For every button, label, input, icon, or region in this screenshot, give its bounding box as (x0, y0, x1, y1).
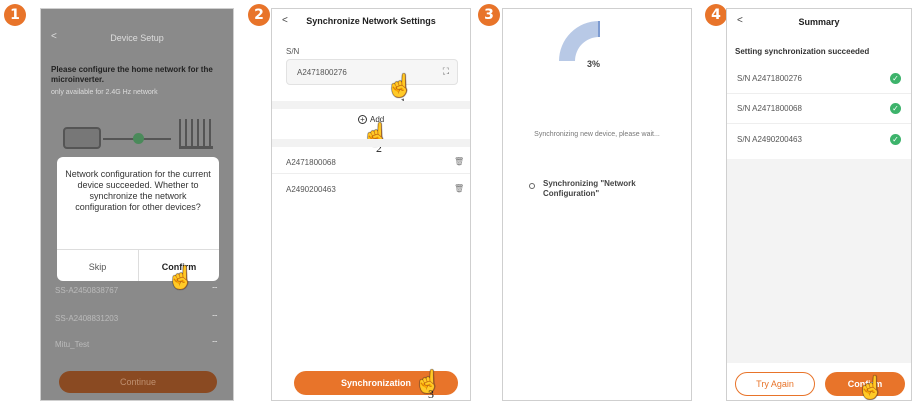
page-title: Synchronize Network Settings (306, 16, 436, 26)
sn-value: A2471800276 (297, 68, 347, 77)
wifi-icon: ⌔ (211, 339, 219, 348)
network-item[interactable]: Mitu_Test (55, 340, 89, 349)
connected-dot-icon (133, 133, 144, 144)
progress-percent: 3% (587, 59, 601, 69)
progress-ring (559, 21, 600, 61)
wifi-icon: ⌔ (211, 313, 219, 322)
tap-hand-icon: ☝ (857, 375, 885, 400)
screen-sync-settings: < Synchronize Network Settings S/N A2471… (271, 8, 471, 401)
tap-hand-icon: ☝ (386, 73, 414, 98)
device-sn: S/N A2471800276 (737, 74, 802, 83)
tap-hand-icon: ☝ (167, 265, 195, 290)
inverter-icon (179, 119, 213, 149)
divider (272, 173, 470, 174)
check-icon: ✓ (890, 103, 901, 114)
step-badge-4: 4 (705, 4, 727, 26)
device-sn: S/N A2471800068 (737, 104, 802, 113)
instruction-text: Please configure the home network for th… (51, 65, 213, 84)
skip-button[interactable]: Skip (57, 262, 138, 272)
device-item: A2471800068 (286, 158, 336, 167)
divider (272, 101, 470, 109)
result-text: Setting synchronization succeeded (735, 47, 870, 56)
progress-arc (559, 21, 599, 61)
sync-task: Synchronizing "Network Configuration" (543, 179, 636, 198)
sn-input[interactable]: A2471800276 ⛶ (286, 59, 458, 85)
router-icon (63, 127, 101, 149)
list-item: S/N A2490200463 ✓ (727, 124, 911, 154)
list-item: S/N A2471800068 ✓ (727, 94, 911, 124)
sync-status: Synchronizing new device, please wait... (534, 131, 660, 138)
screen-syncing: 3% Synchronizing new device, please wait… (502, 8, 692, 401)
network-item[interactable]: SS-A2408831203 (55, 314, 118, 323)
pending-icon (529, 183, 535, 189)
page-title: Device Setup (110, 33, 164, 43)
delete-icon[interactable]: 🗑 (454, 184, 464, 193)
list-item: S/N A2471800276 ✓ (727, 64, 911, 94)
sn-label: S/N (286, 47, 300, 56)
screen-device-setup: < Device Setup Please configure the home… (40, 8, 234, 401)
step-marker: 3 (428, 387, 434, 401)
try-again-button[interactable]: Try Again (735, 372, 815, 396)
network-note: only available for 2.4G Hz network (51, 89, 158, 96)
check-icon: ✓ (890, 73, 901, 84)
step-badge-3: 3 (478, 4, 500, 26)
dialog-message: Network configuration for the current de… (65, 169, 211, 212)
screen-summary: < Summary Setting synchronization succee… (726, 8, 912, 401)
check-icon: ✓ (890, 133, 901, 145)
network-item[interactable]: SS-A2450838767 (55, 286, 118, 295)
device-item: A2490200463 (286, 185, 336, 194)
wifi-icon: ⌔ (211, 285, 219, 294)
step-badge-2: 2 (248, 4, 270, 26)
continue-button[interactable]: Continue (59, 371, 217, 393)
step-badge-1: 1 (4, 4, 26, 26)
page-title: Summary (798, 17, 840, 27)
device-sn: S/N A2490200463 (737, 134, 802, 144)
sync-dialog: Network configuration for the current de… (57, 157, 219, 281)
delete-icon[interactable]: 🗑 (454, 157, 464, 166)
divider (272, 139, 470, 147)
scan-icon[interactable]: ⛶ (443, 66, 449, 77)
